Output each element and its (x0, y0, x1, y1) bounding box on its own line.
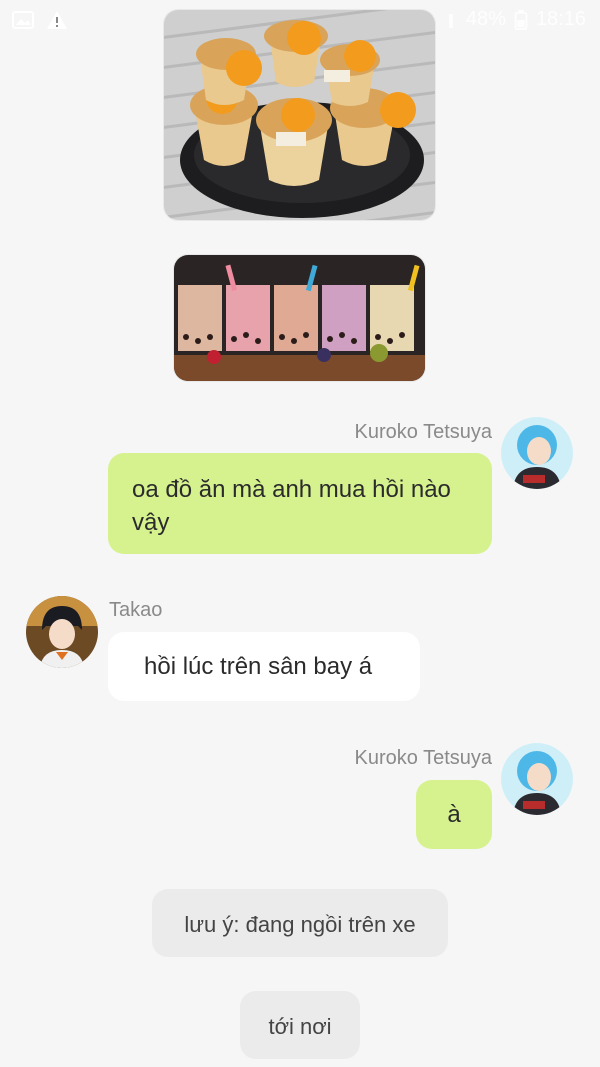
avatar[interactable] (501, 743, 573, 815)
sender-name: Kuroko Tetsuya (354, 747, 493, 769)
battery-icon (514, 9, 528, 30)
food-image[interactable] (164, 10, 435, 220)
battery-percent: 48% (465, 8, 506, 30)
avatar[interactable] (501, 417, 573, 489)
warning-icon (47, 11, 67, 29)
system-message: tới nơi (240, 991, 360, 1059)
signal-icon (448, 13, 453, 28)
system-message: lưu ý: đang ngồi trên xe (152, 889, 448, 957)
clock: 18:16 (535, 8, 586, 30)
sender-name: Takao (109, 599, 163, 621)
sender-name: Kuroko Tetsuya (354, 421, 493, 443)
avatar[interactable] (26, 596, 98, 668)
message-bubble[interactable]: hồi lúc trên sân bay á (108, 632, 420, 701)
message-bubble[interactable]: à (416, 780, 492, 849)
message-bubble[interactable]: oa đồ ăn mà anh mua hồi nào vậy (108, 453, 492, 554)
drinks-image[interactable] (174, 255, 425, 381)
image-icon (12, 11, 34, 29)
